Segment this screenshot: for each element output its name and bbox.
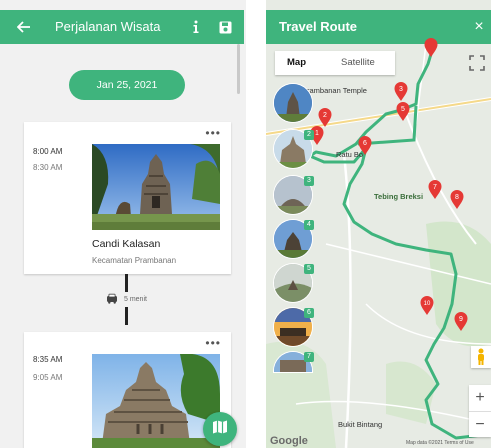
map-app-bar: Travel Route × bbox=[266, 10, 491, 44]
route-marker-number: 8 bbox=[455, 194, 459, 201]
route-marker-number: 9 bbox=[459, 316, 463, 323]
route-marker[interactable] bbox=[424, 38, 438, 63]
map-label-prambanan: Prambanan Temple bbox=[302, 86, 367, 95]
itinerary-app-bar: Perjalanan Wisata bbox=[0, 10, 244, 44]
travel-time: 5 menit bbox=[106, 293, 147, 306]
zoom-in-button[interactable]: + bbox=[469, 385, 491, 412]
itinerary-card[interactable]: ••• 8:00 AM 8:30 AM Candi Kalasan Kecama… bbox=[24, 122, 231, 274]
map-type-satellite[interactable]: Satellite bbox=[329, 51, 395, 75]
map-footer[interactable]: Map data ©2021 Terms of Use bbox=[406, 440, 474, 446]
map-type-toggle: Map Satellite bbox=[275, 51, 395, 75]
back-arrow-icon[interactable] bbox=[14, 10, 34, 44]
route-marker[interactable]: 9 bbox=[454, 312, 468, 337]
start-time: 8:35 AM bbox=[33, 355, 63, 364]
map-label-tebing: Tebing Breksi bbox=[374, 192, 424, 201]
route-connector bbox=[125, 307, 128, 325]
route-marker[interactable]: 5 bbox=[396, 102, 410, 127]
stop-thumbnail[interactable] bbox=[274, 84, 312, 122]
page-title: Perjalanan Wisata bbox=[55, 19, 161, 34]
stop-number-badge: 5 bbox=[304, 264, 314, 274]
map-fab-button[interactable] bbox=[203, 412, 237, 446]
route-marker-number: 7 bbox=[433, 184, 437, 191]
route-marker-number: 3 bbox=[399, 86, 403, 93]
travel-time-label: 5 menit bbox=[124, 296, 147, 303]
save-icon[interactable] bbox=[216, 10, 234, 44]
zoom-out-button[interactable]: − bbox=[469, 412, 491, 438]
route-marker[interactable]: 6 bbox=[358, 136, 372, 161]
route-marker-number: 5 bbox=[401, 106, 405, 113]
itinerary-panel: Perjalanan Wisata Jan 25, 2021 ••• 8:00 … bbox=[0, 0, 246, 448]
end-time: 8:30 AM bbox=[33, 163, 63, 172]
date-chip[interactable]: Jan 25, 2021 bbox=[69, 70, 185, 100]
map-type-map[interactable]: Map bbox=[275, 51, 329, 75]
stop-number-badge: 7 bbox=[304, 352, 314, 362]
start-time: 8:00 AM bbox=[33, 147, 63, 156]
route-marker[interactable]: 2 bbox=[318, 108, 332, 133]
place-name: Candi Kalasan bbox=[92, 238, 161, 250]
close-icon[interactable]: × bbox=[470, 10, 488, 44]
street-view-pegman-icon[interactable] bbox=[471, 346, 491, 368]
stop-number-badge: 3 bbox=[304, 176, 314, 186]
route-marker-number: 10 bbox=[424, 301, 431, 307]
more-options-icon[interactable]: ••• bbox=[205, 336, 221, 350]
stop-number-badge: 4 bbox=[304, 220, 314, 230]
zoom-control: + − bbox=[469, 385, 491, 437]
car-icon bbox=[106, 293, 118, 306]
map-icon bbox=[212, 419, 228, 440]
info-icon[interactable] bbox=[188, 10, 204, 44]
map-title: Travel Route bbox=[279, 19, 358, 34]
route-connector bbox=[125, 274, 128, 292]
itinerary-card[interactable]: ••• 8:35 AM 9:05 AM bbox=[24, 332, 231, 448]
more-options-icon[interactable]: ••• bbox=[205, 126, 221, 140]
end-time: 9:05 AM bbox=[33, 373, 63, 382]
route-marker-number: 6 bbox=[363, 140, 367, 147]
route-marker[interactable]: 10 bbox=[420, 296, 434, 321]
route-marker[interactable]: 8 bbox=[450, 190, 464, 215]
map-panel: Travel Route × Map Satellite Prambanan T… bbox=[266, 0, 491, 448]
place-photo bbox=[92, 353, 220, 448]
place-location: Kecamatan Prambanan bbox=[92, 256, 177, 265]
map-label-bukit: Bukit Bintang bbox=[338, 420, 383, 429]
google-logo: Google bbox=[270, 435, 308, 447]
route-marker[interactable]: 7 bbox=[428, 180, 442, 205]
scrollbar[interactable] bbox=[237, 44, 240, 94]
route-marker-number: 2 bbox=[323, 112, 327, 119]
fullscreen-icon[interactable] bbox=[469, 55, 485, 71]
stop-number-badge: 6 bbox=[304, 308, 314, 318]
place-photo bbox=[92, 144, 221, 230]
stop-number-badge: 2 bbox=[304, 130, 314, 140]
